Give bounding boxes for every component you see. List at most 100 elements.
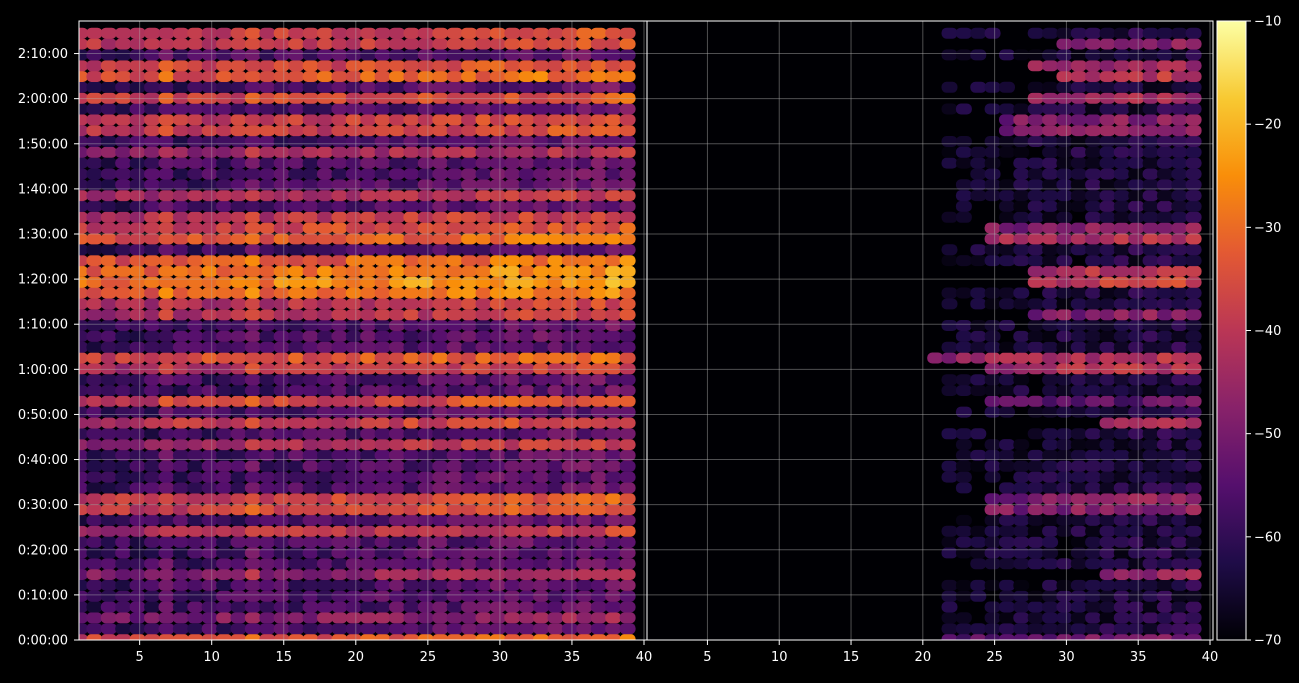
heat-cell — [561, 244, 578, 256]
heat-cell — [1070, 471, 1087, 483]
heat-cell — [1027, 309, 1044, 321]
heat-cell — [999, 385, 1015, 396]
heat-cell — [345, 190, 362, 202]
heat-cell — [144, 211, 161, 223]
heat-cell — [273, 49, 290, 61]
heat-cell — [244, 482, 261, 494]
heat-cell — [389, 38, 405, 50]
heat-cell — [941, 385, 958, 396]
heat-cell — [172, 114, 189, 126]
heat-cell — [1056, 287, 1073, 299]
heat-cell — [970, 287, 987, 299]
heat-cell — [1056, 385, 1073, 396]
heat-cell — [403, 363, 420, 375]
heat-cell — [1099, 579, 1116, 591]
heat-cell — [216, 233, 233, 245]
heat-cell — [475, 374, 492, 386]
heat-cell — [1070, 352, 1087, 364]
heat-cell — [518, 363, 535, 375]
heat-cell — [302, 385, 319, 396]
heat-cell — [201, 125, 218, 137]
x-tick-label: 10 — [771, 650, 788, 665]
heat-cell — [576, 81, 593, 93]
heat-cell — [1099, 320, 1116, 331]
heat-cell — [1113, 514, 1130, 526]
heat-cell — [288, 103, 305, 115]
heat-cell — [605, 363, 622, 375]
heat-cell — [1128, 168, 1145, 180]
heat-cell — [259, 190, 276, 202]
heat-cell — [1185, 439, 1202, 451]
heat-cell — [302, 298, 319, 310]
heat-cell — [1085, 504, 1102, 516]
heat-cell — [533, 298, 550, 310]
heat-cell — [259, 601, 276, 613]
heat-cell — [115, 471, 132, 483]
heat-cell — [590, 244, 607, 256]
heat-cell — [317, 395, 333, 407]
heat-cell — [518, 60, 535, 72]
heat-cell — [1185, 536, 1202, 548]
heat-cell — [547, 114, 564, 126]
heat-cell — [547, 276, 564, 288]
heat-cell — [79, 374, 88, 386]
heat-cell — [547, 320, 564, 331]
heat-cell — [403, 136, 420, 147]
heat-cell — [970, 341, 987, 353]
heat-cell — [1128, 590, 1145, 602]
heat-cell — [590, 547, 607, 559]
heat-cell — [1156, 71, 1173, 82]
heat-cell — [100, 428, 117, 440]
heat-cell — [360, 385, 377, 396]
heat-cell — [590, 569, 607, 580]
heat-cell — [446, 569, 463, 580]
heat-cell — [144, 558, 161, 570]
heat-cell — [129, 352, 146, 364]
heat-cell — [605, 460, 622, 472]
heat-cell — [518, 190, 535, 202]
heat-cell — [1056, 471, 1073, 483]
heat-cell — [1171, 146, 1188, 158]
heat-cell — [1027, 471, 1044, 483]
heat-cell — [619, 38, 636, 50]
heat-cell — [360, 320, 377, 331]
heat-cell — [158, 190, 175, 202]
heat-cell — [518, 27, 535, 39]
heat-cell — [590, 60, 607, 72]
heat-cell — [1070, 71, 1087, 82]
heat-cell — [1142, 244, 1159, 256]
heat-cell — [273, 71, 290, 82]
heat-cell — [576, 265, 593, 277]
heat-cell — [100, 590, 117, 602]
heat-cell — [1113, 374, 1130, 386]
heat-cell — [360, 276, 377, 288]
heat-cell — [288, 211, 305, 223]
heat-cell — [1042, 385, 1059, 396]
heat-cell — [288, 114, 305, 126]
heat-cell — [1013, 439, 1030, 451]
heat-cell — [489, 590, 506, 602]
heat-cell — [561, 146, 578, 158]
heat-cell — [79, 255, 88, 267]
heat-cell — [1171, 330, 1188, 342]
heat-cell — [941, 612, 958, 624]
heat-cell — [504, 482, 521, 494]
heat-cell — [1027, 320, 1044, 331]
heat-cell — [331, 298, 348, 310]
heat-cell — [432, 569, 449, 580]
heat-cell — [1128, 536, 1145, 548]
heat-cell — [590, 125, 607, 137]
heat-cell — [158, 81, 175, 93]
heat-cell — [1070, 276, 1087, 288]
heat-cell — [230, 439, 247, 451]
heat-cell — [590, 352, 607, 364]
heat-cell — [1113, 406, 1130, 418]
heat-cell — [403, 352, 420, 364]
heat-cell — [461, 482, 478, 494]
heat-cell — [547, 27, 564, 39]
heat-cell — [504, 320, 521, 331]
heat-cell — [417, 103, 434, 115]
heat-cell — [317, 157, 333, 169]
heat-cell — [1113, 569, 1130, 580]
heat-cell — [1142, 255, 1159, 267]
